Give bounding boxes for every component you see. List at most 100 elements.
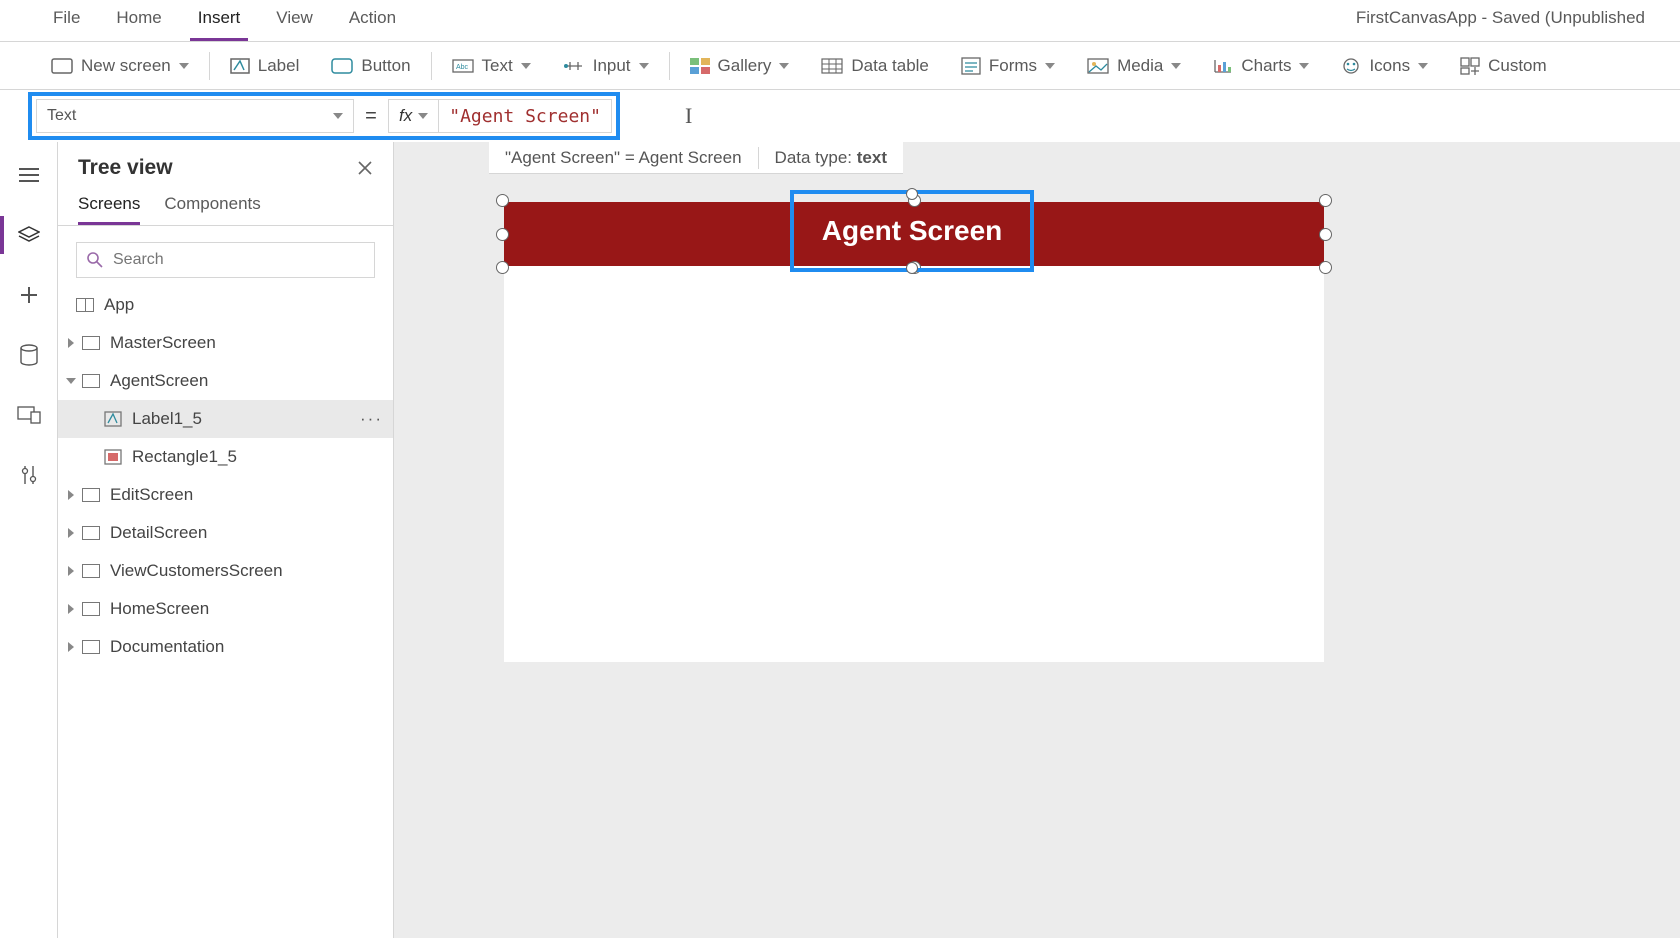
resize-handle[interactable] (906, 188, 918, 200)
forms-icon (961, 57, 981, 75)
custom-button[interactable]: Custom (1444, 42, 1563, 89)
screen-icon (82, 564, 100, 578)
screen-icon (82, 336, 100, 350)
tree-node-editscreen[interactable]: EditScreen (58, 476, 393, 514)
label-icon (104, 411, 122, 427)
input-button[interactable]: Input (547, 42, 665, 89)
tree-node-viewcustomersscreen[interactable]: ViewCustomersScreen (58, 552, 393, 590)
text-button[interactable]: Abc Text (436, 42, 547, 89)
tree-label: AgentScreen (110, 371, 208, 391)
screen-icon (82, 374, 100, 388)
label-button[interactable]: Label (214, 42, 316, 89)
datatype: Data type: text (775, 148, 887, 168)
treeview-rail-button[interactable] (16, 222, 42, 248)
add-rail-button[interactable] (16, 282, 42, 308)
chevron-right-icon (68, 604, 74, 614)
close-tree-button[interactable] (357, 160, 373, 176)
icons-label: Icons (1369, 56, 1410, 76)
chevron-down-icon (1045, 63, 1055, 69)
screen-icon (82, 526, 100, 540)
custom-label: Custom (1488, 56, 1547, 76)
data-rail-button[interactable] (16, 342, 42, 368)
menu-action[interactable]: Action (331, 0, 414, 41)
icons-icon (1341, 57, 1361, 75)
tree-node-agentscreen[interactable]: AgentScreen (58, 362, 393, 400)
screen-icon (82, 488, 100, 502)
tree-label: EditScreen (110, 485, 193, 505)
hamburger-button[interactable] (16, 162, 42, 188)
chevron-down-icon (418, 113, 428, 119)
tree-node-label1-5[interactable]: Label1_5 ··· (58, 400, 393, 438)
tree-pane: Tree view Screens Components App MasterS… (58, 142, 394, 938)
media-rail-button[interactable] (16, 402, 42, 428)
forms-button[interactable]: Forms (945, 42, 1071, 89)
chevron-down-icon (1418, 63, 1428, 69)
app-icon (76, 298, 94, 312)
chevron-down-icon (333, 113, 343, 119)
custom-icon (1460, 57, 1480, 75)
datatable-button[interactable]: Data table (805, 42, 945, 89)
button-icon (331, 58, 353, 74)
media-button[interactable]: Media (1071, 42, 1197, 89)
charts-button[interactable]: Charts (1197, 42, 1325, 89)
left-rail (0, 142, 58, 938)
equals-sign: = (354, 105, 388, 128)
more-button[interactable]: ··· (360, 409, 383, 429)
result-left: "Agent Screen" (505, 148, 620, 167)
fx-dropdown[interactable]: fx (388, 99, 439, 133)
property-label: Text (47, 107, 76, 125)
tree-list: App MasterScreen AgentScreen Label1_5 ··… (58, 286, 393, 938)
canvas-area[interactable]: "Agent Screen" = Agent Screen Data type:… (394, 142, 1680, 938)
tree-node-rectangle1-5[interactable]: Rectangle1_5 (58, 438, 393, 476)
label-label: Label (258, 56, 300, 76)
formula-result-strip: "Agent Screen" = Agent Screen Data type:… (489, 142, 903, 174)
tools-rail-button[interactable] (16, 462, 42, 488)
screen-icon (51, 58, 73, 74)
hamburger-icon (18, 167, 40, 183)
tree-node-masterscreen[interactable]: MasterScreen (58, 324, 393, 362)
tree-node-homescreen[interactable]: HomeScreen (58, 590, 393, 628)
newscreen-label: New screen (81, 56, 171, 76)
property-dropdown[interactable]: Text (36, 99, 354, 133)
tree-app-node[interactable]: App (58, 286, 393, 324)
insert-ribbon: New screen Label Button Abc Text Input G… (0, 42, 1680, 90)
chevron-down-icon (779, 63, 789, 69)
label1-5-selection[interactable]: Agent Screen (790, 190, 1034, 272)
tree-search-input[interactable] (111, 250, 364, 270)
datatype-label: Data type: (775, 148, 857, 167)
devices-icon (17, 406, 41, 424)
chevron-right-icon (68, 338, 74, 348)
screen-icon (82, 602, 100, 616)
result-right: Agent Screen (639, 148, 742, 167)
chevron-down-icon (521, 63, 531, 69)
tree-search[interactable] (76, 242, 375, 278)
newscreen-button[interactable]: New screen (35, 42, 205, 89)
chevron-right-icon (68, 528, 74, 538)
plus-icon (19, 285, 39, 305)
database-icon (20, 344, 38, 366)
tree-label: HomeScreen (110, 599, 209, 619)
gallery-label: Gallery (718, 56, 772, 76)
tab-components[interactable]: Components (164, 186, 260, 225)
menu-home[interactable]: Home (98, 0, 179, 41)
formula-input[interactable]: "Agent Screen" (438, 99, 612, 133)
resize-handle[interactable] (906, 262, 918, 274)
tree-node-detailscreen[interactable]: DetailScreen (58, 514, 393, 552)
chevron-down-icon (179, 63, 189, 69)
datatable-icon (821, 58, 843, 74)
button-button[interactable]: Button (315, 42, 426, 89)
menu-view[interactable]: View (258, 0, 331, 41)
text-label: Text (482, 56, 513, 76)
tree-label: Rectangle1_5 (132, 447, 237, 467)
input-icon (563, 58, 585, 74)
menu-file[interactable]: File (35, 0, 98, 41)
tree-label: Label1_5 (132, 409, 202, 429)
input-label: Input (593, 56, 631, 76)
tab-screens[interactable]: Screens (78, 186, 140, 225)
chevron-right-icon (68, 566, 74, 576)
menu-insert[interactable]: Insert (180, 0, 259, 41)
tree-node-documentation[interactable]: Documentation (58, 628, 393, 666)
gallery-button[interactable]: Gallery (674, 42, 806, 89)
text-icon: Abc (452, 59, 474, 73)
icons-button[interactable]: Icons (1325, 42, 1444, 89)
